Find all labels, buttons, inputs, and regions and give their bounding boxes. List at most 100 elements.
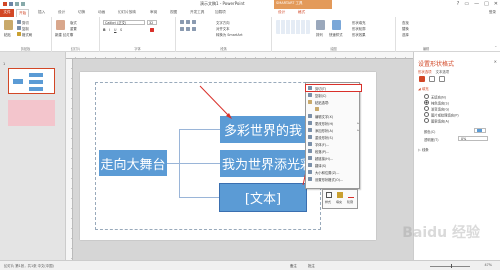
menu-item-copy[interactable]: 复制(C) (306, 92, 361, 98)
section-button[interactable]: 节 (70, 32, 73, 37)
comments-button[interactable]: 批注 (308, 263, 315, 268)
align-left-icon[interactable] (180, 27, 184, 31)
new-slide-icon[interactable] (56, 20, 65, 30)
font-size-select[interactable]: 32 (147, 20, 157, 25)
tab-addins[interactable]: 加载项 (215, 10, 226, 15)
arrange-icon[interactable] (316, 20, 325, 30)
menu-item-hyperlink[interactable]: 超链接(H)... (306, 155, 361, 161)
smartart-child-node-selected[interactable]: [文本] (219, 183, 307, 212)
tab-shape-options[interactable]: 形状选项 (418, 70, 432, 74)
numbering-icon[interactable] (186, 20, 190, 24)
cut-icon[interactable] (17, 20, 21, 24)
align-center-icon[interactable] (186, 27, 190, 31)
align-right-icon[interactable] (192, 27, 196, 31)
fill-icon[interactable] (337, 192, 343, 198)
quick-styles-label[interactable]: 快速样式 (329, 32, 343, 37)
copy-label[interactable]: 复制 (22, 26, 29, 31)
radio-pattern-fill[interactable]: 图案填充(A) (424, 118, 449, 124)
radio-no-fill[interactable]: 无填充(N) (424, 94, 446, 100)
menu-item-cut[interactable]: 剪切(T) (305, 84, 362, 92)
reset-button[interactable]: 重置 (70, 26, 77, 31)
menu-item-translate[interactable]: 翻译(S) (306, 162, 361, 168)
style-icon[interactable] (326, 192, 332, 198)
ribbon-display-icon[interactable]: ▭ (464, 1, 469, 7)
menu-item-change-shape[interactable]: 更改形状(H) ▸ (306, 120, 361, 126)
tab-design[interactable]: 设计 (58, 10, 65, 15)
select-button[interactable]: 选择 (402, 32, 409, 37)
tab-file[interactable]: 文件 (0, 9, 14, 17)
bullets-icon[interactable] (180, 20, 184, 24)
redo-icon[interactable] (21, 2, 25, 6)
sign-in-link[interactable]: 登录 (489, 10, 496, 15)
save-icon[interactable] (9, 2, 13, 6)
menu-item-reset-shape[interactable]: 重设形状(S) (306, 134, 361, 140)
tab-slideshow[interactable]: 幻灯片放映 (118, 10, 136, 15)
slide-thumbnail-2[interactable] (8, 100, 55, 126)
copy-icon[interactable] (17, 26, 21, 30)
radio-solid-fill[interactable]: 纯色填充(S) (424, 100, 449, 106)
format-painter-icon[interactable] (17, 32, 21, 36)
transparency-input[interactable]: 0% (458, 136, 488, 141)
shape-effects-button[interactable]: 形状效果 (352, 32, 366, 37)
menu-item-paste-button[interactable] (306, 106, 361, 112)
menu-item-edit-text[interactable]: 编辑文字(X) (306, 113, 361, 119)
find-button[interactable]: 查找 (402, 20, 409, 25)
tab-insert[interactable]: 插入 (38, 10, 45, 15)
convert-smartart-button[interactable]: 转换为 SmartArt (216, 32, 243, 37)
menu-item-paste-options[interactable]: 粘贴选项: (306, 99, 361, 105)
menu-item-add-shape[interactable]: 添加形状(A) ▸ (306, 127, 361, 133)
shapes-gallery[interactable] (276, 20, 310, 34)
maximize-icon[interactable]: □ (484, 1, 489, 7)
line-section-header[interactable]: ▷ 线条 (418, 148, 429, 153)
undo-icon[interactable] (15, 2, 19, 6)
outline-icon[interactable] (348, 192, 354, 198)
size-properties-icon[interactable] (439, 76, 445, 82)
tab-transitions[interactable]: 切换 (78, 10, 85, 15)
close-icon[interactable]: ✕ (494, 1, 498, 7)
menu-item-size-position[interactable]: 大小和位置(Z)... (306, 169, 361, 175)
shape-fill-button[interactable]: 形状填充 (352, 20, 366, 25)
paste-label[interactable]: 粘贴 (4, 32, 11, 37)
font-color-icon[interactable] (150, 28, 154, 32)
tab-review[interactable]: 审阅 (150, 10, 157, 15)
format-painter-label[interactable]: 格式刷 (22, 32, 32, 37)
color-picker[interactable] (474, 128, 486, 133)
smartart-child-node[interactable]: 我为世界添光彩 (220, 150, 306, 177)
text-direction-button[interactable]: 文字方向 (216, 20, 230, 25)
notes-button[interactable]: 备注 (290, 263, 297, 268)
tab-smartart-design[interactable]: 设计 (278, 10, 285, 15)
paste-icon[interactable] (4, 20, 13, 30)
help-icon[interactable]: ? (457, 1, 460, 7)
shadow-button[interactable]: S (120, 28, 122, 32)
fill-section-header[interactable]: ◢ 填充 (418, 87, 429, 92)
zoom-slider-thumb[interactable] (450, 264, 452, 268)
fill-line-icon[interactable] (419, 76, 425, 82)
tab-animations[interactable]: 动画 (98, 10, 105, 15)
effects-icon[interactable] (429, 76, 435, 82)
slide-thumbnail-1[interactable] (8, 68, 55, 94)
radio-gradient-fill[interactable]: 渐变填充(G) (424, 106, 449, 112)
tab-view[interactable]: 视图 (170, 10, 177, 15)
menu-item-format-shape[interactable]: 设置形状格式(O)... (306, 176, 361, 182)
replace-button[interactable]: 替换 (402, 26, 409, 31)
smartart-child-node[interactable]: 多彩世界的我 (220, 116, 306, 143)
tab-smartart-format[interactable]: 格式 (298, 10, 305, 15)
tab-developer[interactable]: 开发工具 (190, 10, 204, 15)
underline-button[interactable]: U (114, 28, 116, 32)
minimize-icon[interactable]: — (474, 1, 479, 7)
menu-item-font[interactable]: 字体(F)... (306, 141, 361, 147)
collapse-ribbon-icon[interactable]: ^ (494, 45, 497, 49)
cut-label[interactable]: 剪切 (22, 20, 29, 25)
quick-styles-icon[interactable] (332, 20, 341, 30)
zoom-level[interactable]: 47% (484, 263, 492, 267)
italic-button[interactable]: I (109, 28, 110, 32)
menu-item-paragraph[interactable]: 段落(P)... (306, 148, 361, 154)
tab-text-options[interactable]: 文本选项 (436, 70, 450, 74)
shape-outline-button[interactable]: 形状轮廓 (352, 26, 366, 31)
indent-icon[interactable] (192, 20, 196, 24)
close-icon[interactable]: ✕ (494, 59, 497, 64)
radio-picture-fill[interactable]: 图片或纹理填充(P) (424, 112, 459, 118)
arrange-label[interactable]: 排列 (316, 32, 323, 37)
bold-button[interactable]: B (103, 28, 106, 32)
smartart-root-node[interactable]: 走向大舞台 (99, 150, 167, 176)
